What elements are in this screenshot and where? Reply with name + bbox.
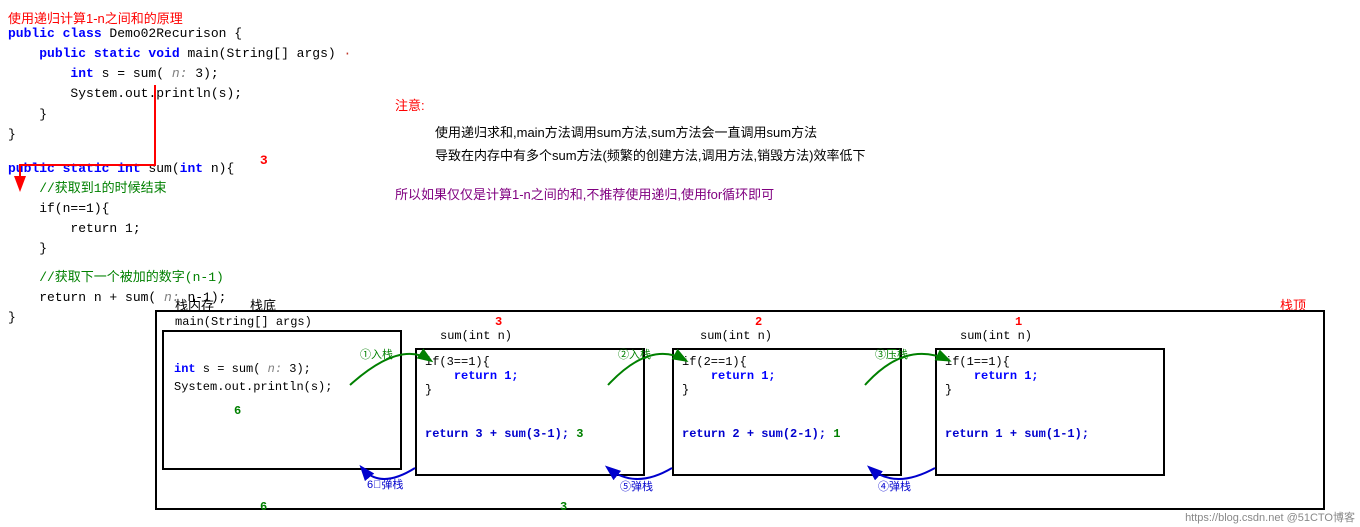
sum1-frame: if(1==1){ return 1; } return 1 + sum(1-1… bbox=[935, 348, 1165, 476]
code-sum-sig: public static int sum(int n){ 3 bbox=[8, 159, 351, 179]
sum3-close: } bbox=[425, 383, 635, 397]
code-line-class: public class Demo02Recurison { bbox=[8, 24, 351, 44]
code-line-close2: } bbox=[8, 125, 351, 145]
notice-line1: 使用递归求和,main方法调用sum方法,sum方法会一直调用sum方法 bbox=[435, 122, 865, 141]
sum3-frame-header: 3 sum(int n) bbox=[440, 315, 512, 343]
sum2-frame-header: 2 sum(int n) bbox=[700, 315, 772, 343]
code-if-line: if(n==1){ bbox=[8, 199, 351, 219]
notice-block: 注意: 使用递归求和,main方法调用sum方法,sum方法会一直调用sum方法… bbox=[395, 95, 865, 203]
page-container: { "title": "使用递归计算1-n之间和的原理", "code": { … bbox=[0, 0, 1360, 527]
code-line-close1: } bbox=[8, 105, 351, 125]
sum1-return-n: return 1 + sum(1-1); bbox=[945, 427, 1155, 441]
code-line-main: public static void main(String[] args) · bbox=[8, 44, 351, 64]
sum1-return1: return 1; bbox=[945, 369, 1155, 383]
code-comment1: //获取到1的时候结束 bbox=[8, 179, 351, 199]
sum2-if: if(2==1){ bbox=[682, 355, 892, 369]
code-return1: return 1; bbox=[8, 219, 351, 239]
main-frame-content: int s = sum( n: 3); System.out.println(s… bbox=[164, 332, 400, 423]
sum2-return1: return 1; bbox=[682, 369, 892, 383]
code-block: public class Demo02Recurison { public st… bbox=[8, 24, 351, 328]
code-comment2: //获取下一个被加的数字(n-1) bbox=[8, 268, 351, 288]
code-close3: } bbox=[8, 239, 351, 259]
main-print-line: System.out.println(s); bbox=[174, 380, 390, 394]
main-frame: int s = sum( n: 3); System.out.println(s… bbox=[162, 330, 402, 470]
sum3-return1: return 1; bbox=[425, 369, 635, 383]
notice-conclusion: 所以如果仅仅是计算1-n之间的和,不推荐使用递归,使用for循环即可 bbox=[395, 184, 865, 203]
main-int-line: int s = sum( n: 3); bbox=[174, 362, 390, 376]
main-frame-header: main(String[] args) bbox=[175, 315, 312, 329]
main-num6: 6 bbox=[234, 404, 390, 418]
sum1-if: if(1==1){ bbox=[945, 355, 1155, 369]
sum3-if: if(3==1){ bbox=[425, 355, 635, 369]
sum3-content: if(3==1){ return 1; } return 3 + sum(3-1… bbox=[417, 350, 643, 446]
sum3-return-n: return 3 + sum(3-1); 3 bbox=[425, 427, 635, 441]
sum1-content: if(1==1){ return 1; } return 1 + sum(1-1… bbox=[937, 350, 1163, 446]
sum1-close: } bbox=[945, 383, 1155, 397]
sum2-close: } bbox=[682, 383, 892, 397]
sum3-frame: if(3==1){ return 1; } return 3 + sum(3-1… bbox=[415, 348, 645, 476]
sum2-return-n: return 2 + sum(2-1); 1 bbox=[682, 427, 892, 441]
sum2-frame: if(2==1){ return 1; } return 2 + sum(2-1… bbox=[672, 348, 902, 476]
watermark: https://blog.csdn.net @51CTO博客 bbox=[1185, 509, 1355, 525]
code-line-int: int s = sum( n: 3); bbox=[8, 64, 351, 84]
code-line-print: System.out.println(s); bbox=[8, 84, 351, 104]
sum1-frame-header: 1 sum(int n) bbox=[960, 315, 1032, 343]
sum2-content: if(2==1){ return 1; } return 2 + sum(2-1… bbox=[674, 350, 900, 446]
notice-title: 注意: bbox=[395, 95, 865, 114]
notice-line2: 导致在内存中有多个sum方法(频繁的创建方法,调用方法,销毁方法)效率低下 bbox=[435, 145, 865, 164]
